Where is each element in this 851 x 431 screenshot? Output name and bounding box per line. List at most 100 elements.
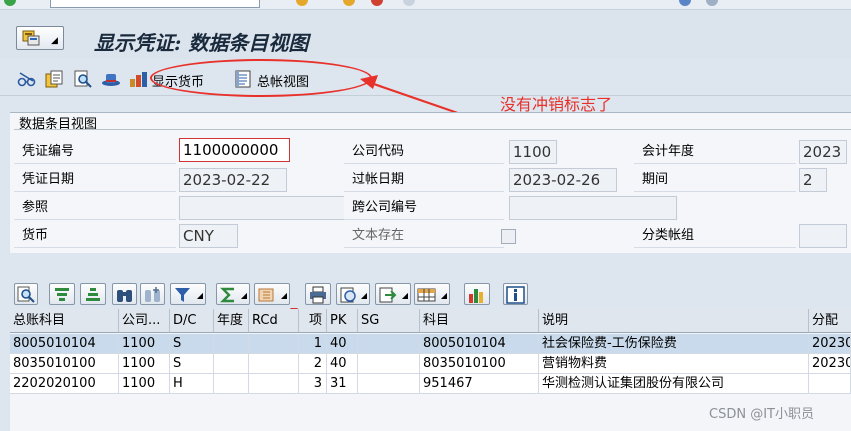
currency-label: 货币 (14, 224, 176, 248)
cell-debit-credit[interactable]: S (170, 334, 214, 354)
text-exists-label: 文本存在 (344, 224, 504, 248)
fiscal-year-label: 会计年度 (634, 140, 796, 164)
information-button[interactable] (503, 283, 528, 305)
export-button[interactable]: ◢ (375, 283, 411, 305)
cell-sg[interactable] (358, 354, 420, 374)
details-button[interactable] (14, 283, 38, 305)
cell-sg[interactable] (358, 374, 420, 394)
column-header-sg[interactable]: SG (358, 309, 420, 333)
column-header-pk[interactable]: PK (327, 309, 358, 333)
cell-pk[interactable]: 40 (327, 354, 358, 374)
other-document-icon[interactable] (44, 70, 64, 88)
total-button[interactable]: ◢ (216, 283, 250, 305)
dropdown-icon: ◢ (401, 291, 408, 300)
column-header-item[interactable]: 项 (299, 309, 327, 333)
reference-label: 参照 (14, 196, 176, 220)
cell-rcd[interactable] (249, 354, 299, 374)
cell-account[interactable]: 8035010100 (420, 354, 539, 374)
cell-assignment[interactable] (809, 374, 851, 394)
cell-pk[interactable]: 40 (327, 334, 358, 354)
cell-item[interactable]: 2 (299, 354, 327, 374)
cell-company[interactable]: 1100 (119, 354, 170, 374)
cell-description[interactable]: 社会保险费-工伤保险费 (539, 334, 809, 354)
cell-debit-credit[interactable]: S (170, 354, 214, 374)
cell-debit-credit[interactable]: H (170, 374, 214, 394)
ledger-group-field[interactable] (799, 224, 847, 248)
magnifier-icon (17, 286, 35, 303)
find-button[interactable] (112, 283, 137, 305)
cell-rcd[interactable] (249, 374, 299, 394)
cell-gl-account[interactable]: 8005010104 (10, 334, 119, 354)
document-date-field[interactable]: 2023-02-22 (179, 168, 287, 192)
column-header-company[interactable]: 公司... (119, 309, 170, 333)
subtotal-icon (258, 288, 274, 302)
menu-button[interactable]: ◢ (16, 26, 64, 50)
dropdown-icon: ◢ (240, 291, 247, 300)
export-icon (379, 287, 397, 303)
display-document-icon[interactable] (73, 70, 93, 88)
sort-ascending-button[interactable] (49, 283, 75, 305)
cell-account[interactable]: 951467 (420, 374, 539, 394)
cell-sg[interactable] (358, 334, 420, 354)
period-field[interactable]: 2 (799, 168, 827, 192)
cell-assignment[interactable]: 20230 (809, 354, 851, 374)
cell-gl-account[interactable]: 8035010100 (10, 354, 119, 374)
cell-item[interactable]: 3 (299, 374, 327, 394)
posting-date-label: 过帐日期 (344, 168, 504, 192)
cell-year[interactable] (214, 374, 249, 394)
command-field[interactable] (50, 0, 260, 8)
column-header-year[interactable]: 年度 (214, 309, 249, 333)
cross-company-field[interactable] (509, 196, 677, 220)
enter-icon[interactable] (4, 0, 16, 6)
cell-gl-account[interactable]: 2202020100 (10, 374, 119, 394)
cell-pk[interactable]: 31 (327, 374, 358, 394)
layout-icon[interactable] (706, 0, 718, 6)
help-icon[interactable] (679, 0, 691, 6)
cell-year[interactable] (214, 334, 249, 354)
reference-field[interactable] (179, 196, 347, 220)
column-header-gl-account[interactable]: 总账科目 (10, 309, 119, 333)
cancel-icon[interactable] (403, 0, 415, 6)
subtotal-button[interactable]: ◢ (254, 283, 290, 305)
currency-field[interactable]: CNY (179, 224, 238, 248)
save-icon[interactable] (296, 0, 308, 6)
annotation-ellipse (150, 59, 372, 97)
cell-item[interactable]: 1 (299, 334, 327, 354)
menu-icon (22, 30, 40, 46)
cell-assignment[interactable]: 20230 (809, 334, 851, 354)
cell-description[interactable]: 营销物料费 (539, 354, 809, 374)
column-header-assignment[interactable]: 分配 (809, 309, 851, 333)
print-button[interactable] (305, 283, 331, 305)
sort-descending-icon (86, 288, 100, 301)
cell-account[interactable]: 8005010104 (420, 334, 539, 354)
currency-icon[interactable] (129, 70, 149, 88)
views-button[interactable]: ◢ (336, 283, 370, 305)
fiscal-year-field[interactable]: 2023 (799, 140, 847, 164)
cell-rcd[interactable] (249, 334, 299, 354)
column-header-rcd[interactable]: RCd (249, 309, 299, 333)
dropdown-icon: ◢ (440, 291, 447, 300)
back-icon[interactable] (343, 0, 355, 6)
sort-descending-button[interactable] (80, 283, 106, 305)
filter-button[interactable]: ◢ (170, 283, 206, 305)
document-number-field[interactable]: 1100000000 (179, 138, 290, 162)
cell-company[interactable]: 1100 (119, 334, 170, 354)
hat-icon[interactable] (101, 70, 121, 88)
layout-grid-icon (417, 288, 436, 302)
text-exists-checkbox[interactable] (501, 229, 516, 244)
dropdown-icon: ◢ (196, 291, 203, 300)
exit-icon[interactable] (371, 0, 383, 6)
dropdown-icon: ◢ (360, 291, 367, 300)
layout-button[interactable]: ◢ (414, 283, 450, 305)
graphic-button[interactable] (464, 283, 490, 305)
find-next-button[interactable] (140, 283, 165, 305)
column-header-debit-credit[interactable]: D/C (170, 309, 214, 333)
cell-year[interactable] (214, 354, 249, 374)
cell-company[interactable]: 1100 (119, 374, 170, 394)
column-header-description[interactable]: 说明 (539, 309, 809, 333)
glasses-change-icon[interactable] (17, 70, 37, 88)
posting-date-field[interactable]: 2023-02-26 (509, 168, 617, 192)
company-code-field[interactable]: 1100 (509, 140, 557, 164)
column-header-account[interactable]: 科目 (420, 309, 539, 333)
cell-description[interactable]: 华测检测认证集团股份有限公司 (539, 374, 809, 394)
